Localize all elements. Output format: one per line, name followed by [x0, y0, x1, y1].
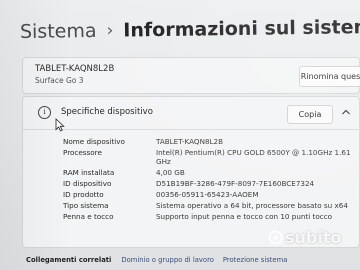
- chevron-right-icon: ›: [106, 20, 114, 41]
- settings-window: Sistema › Informazioni sul sistema TABLE…: [0, 0, 360, 270]
- domain-workgroup-link[interactable]: Dominio o gruppo di lavoro: [121, 256, 214, 264]
- spec-value: 4,00 GB: [156, 168, 185, 177]
- rename-pc-button[interactable]: Rinomina questo PC: [299, 66, 360, 87]
- spec-row-device-name: Nome dispositivo TABLET-KAQN8L2B: [63, 137, 353, 146]
- device-model: Surface Go 3: [35, 76, 84, 85]
- spec-row-pen-touch: Penna e tocco Supporto input penna e toc…: [63, 212, 353, 221]
- spec-row-device-id: ID dispositivo D51B19BF-3286-479F-8097-7…: [63, 179, 353, 188]
- device-card: TABLET-KAQN8L2B Surface Go 3 Rinomina qu…: [22, 57, 360, 94]
- spec-value: 00356-05911-65423-AAOEM: [156, 190, 259, 199]
- spec-row-product-id: ID prodotto 00356-05911-65423-AAOEM: [63, 190, 353, 199]
- spec-row-processor: Processore Intel(R) Pentium(R) CPU GOLD …: [63, 148, 353, 166]
- watermark-text: subito: [285, 228, 342, 247]
- spec-value: Sistema operativo a 64 bit, processore b…: [156, 201, 348, 210]
- spec-value: D51B19BF-3286-479F-8097-7E160BCE7324: [156, 179, 315, 188]
- device-specs-header[interactable]: i Specifiche dispositivo Copia: [23, 97, 359, 130]
- device-specs-card: i Specifiche dispositivo Copia Nome disp…: [22, 96, 360, 248]
- subito-logo-icon: [268, 230, 283, 245]
- spec-row-ram: RAM installata 4,00 GB: [63, 168, 353, 177]
- info-icon: i: [38, 106, 51, 119]
- spec-label: Tipo sistema: [63, 201, 109, 210]
- related-links-bar: Collegamenti correlati Dominio o gruppo …: [22, 250, 360, 270]
- device-specs-title: Specifiche dispositivo: [61, 107, 153, 117]
- related-links-label: Collegamenti correlati: [26, 256, 112, 264]
- system-protection-link[interactable]: Protezione sistema: [223, 256, 288, 264]
- spec-label: Processore: [63, 148, 102, 157]
- copy-button[interactable]: Copia: [287, 105, 333, 124]
- breadcrumb: Sistema › Informazioni sul sistema: [20, 9, 360, 50]
- device-name: TABLET-KAQN8L2B: [35, 64, 115, 74]
- spec-value: Intel(R) Pentium(R) CPU GOLD 6500Y @ 1.1…: [156, 148, 351, 166]
- spec-value: TABLET-KAQN8L2B: [156, 137, 224, 146]
- device-specs-table: Nome dispositivo TABLET-KAQN8L2B Process…: [63, 137, 353, 223]
- breadcrumb-parent[interactable]: Sistema: [20, 20, 97, 43]
- spec-value: Supporto input penna e tocco con 10 punt…: [156, 212, 333, 221]
- chevron-up-icon[interactable]: [341, 107, 351, 117]
- spec-row-system-type: Tipo sistema Sistema operativo a 64 bit,…: [63, 201, 353, 210]
- spec-label: Penna e tocco: [63, 212, 114, 221]
- page-title: Informazioni sul sistema: [123, 15, 360, 42]
- spec-label: Nome dispositivo: [63, 137, 125, 146]
- mouse-pointer-icon: [55, 118, 65, 132]
- spec-label: RAM installata: [63, 168, 115, 177]
- watermark: subito: [268, 228, 342, 247]
- spec-label: ID prodotto: [63, 190, 104, 199]
- spec-label: ID dispositivo: [63, 179, 112, 188]
